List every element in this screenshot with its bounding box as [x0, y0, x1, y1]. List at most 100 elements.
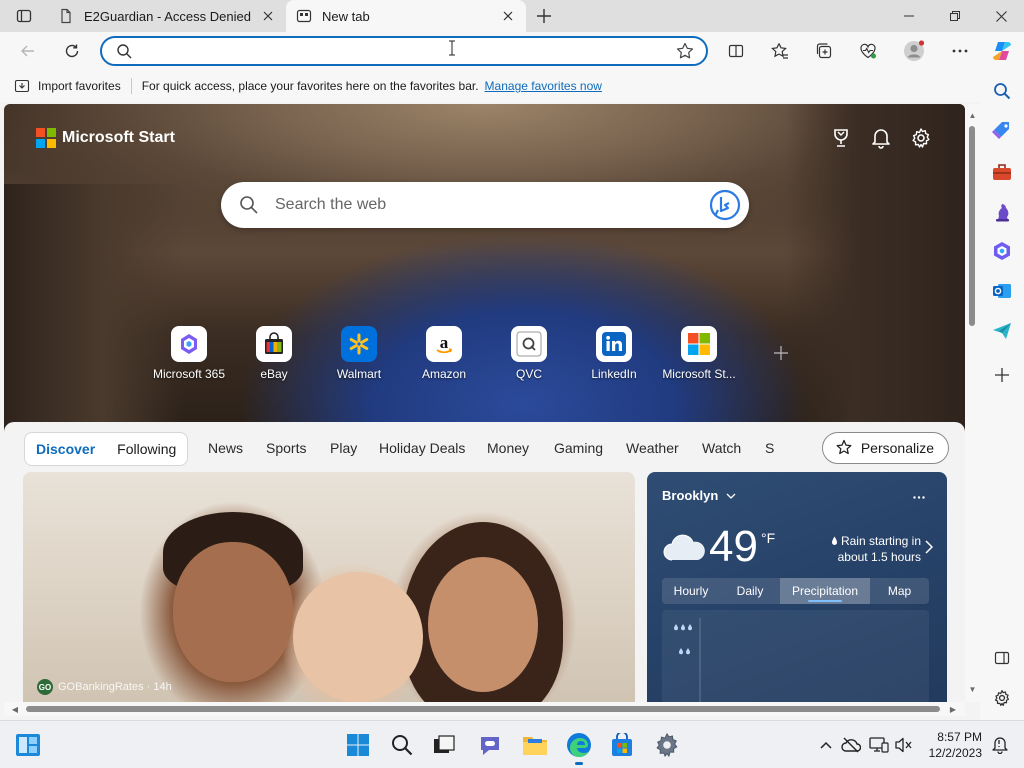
quicklink-qvc[interactable]: QVC [484, 326, 574, 381]
browser-essentials-button[interactable] [852, 35, 884, 67]
notification-center-button[interactable] [990, 735, 1010, 755]
page-settings-button[interactable] [907, 124, 935, 152]
weather-tab-daily[interactable]: Daily [720, 578, 780, 604]
tile [511, 326, 547, 362]
scrollbar-thumb[interactable] [969, 126, 975, 326]
category-sports[interactable]: Sports [266, 440, 306, 456]
article-photo-woman-face [428, 557, 538, 692]
address-bar[interactable] [100, 36, 708, 66]
segment-following[interactable]: Following [106, 433, 187, 465]
sidebar-search-button[interactable] [988, 77, 1016, 105]
task-view-icon [434, 735, 455, 753]
settings-and-more-button[interactable] [944, 35, 976, 67]
system-clock[interactable]: 8:57 PM 12/2/2023 [926, 729, 982, 761]
microsoft-store-taskbar-button[interactable] [606, 729, 638, 761]
favorites-button[interactable] [764, 35, 796, 67]
close-tab-button[interactable] [500, 8, 516, 24]
segment-discover[interactable]: Discover [25, 433, 106, 465]
widgets-button[interactable] [12, 729, 44, 761]
heart-pulse-icon [860, 43, 876, 59]
sidebar-games-button[interactable] [988, 198, 1016, 226]
personalize-button[interactable]: Personalize [821, 432, 949, 464]
network-status-button[interactable] [841, 735, 861, 755]
hide-sidebar-button[interactable] [988, 644, 1016, 672]
tab-e2guardian[interactable]: E2Guardian - Access Denied [48, 0, 286, 32]
import-favorites-button[interactable]: Import favorites [14, 78, 121, 94]
back-button[interactable] [12, 35, 44, 67]
split-screen-button[interactable] [720, 35, 752, 67]
category-holiday-deals[interactable]: Holiday Deals [379, 440, 465, 456]
sidebar-add-button[interactable] [988, 361, 1016, 389]
scroll-right-arrow-icon[interactable]: ▶ [948, 704, 958, 714]
quicklink-walmart[interactable]: Walmart [314, 326, 404, 381]
volume-button[interactable] [894, 735, 914, 755]
teams-chat-button[interactable] [474, 729, 506, 761]
task-view-button[interactable] [428, 729, 460, 761]
restore-button[interactable] [932, 0, 978, 32]
notifications-button[interactable] [867, 124, 895, 152]
minimize-button[interactable] [886, 0, 932, 32]
scroll-left-arrow-icon[interactable]: ◀ [10, 704, 20, 714]
featured-article-card[interactable]: GO GOBankingRates · 14h [23, 472, 635, 702]
address-input[interactable] [142, 42, 662, 60]
add-favorite-star-icon[interactable] [676, 42, 694, 60]
copilot-button[interactable] [986, 35, 1018, 67]
horizontal-scrollbar[interactable]: ◀ ▶ [4, 702, 965, 716]
sidebar-tools-button[interactable] [988, 158, 1016, 186]
close-tab-button[interactable] [260, 8, 276, 24]
weather-tab-map[interactable]: Map [870, 578, 929, 604]
category-truncated[interactable]: S [765, 440, 774, 456]
show-hidden-icons-button[interactable] [816, 735, 836, 755]
quicklink-linkedin[interactable]: LinkedIn [569, 326, 659, 381]
category-gaming[interactable]: Gaming [554, 440, 603, 456]
web-search-box[interactable] [221, 182, 749, 228]
sidebar-drop-button[interactable] [988, 317, 1016, 345]
rewards-button[interactable] [827, 124, 855, 152]
file-explorer-button[interactable] [519, 729, 551, 761]
quicklink-microsoft-store[interactable]: Microsoft St... [654, 326, 744, 381]
tab-title: New tab [322, 8, 370, 24]
category-money[interactable]: Money [487, 440, 529, 456]
scroll-down-arrow-icon[interactable]: ▼ [967, 684, 978, 694]
scrollbar-thumb[interactable] [26, 706, 940, 712]
sidebar-outlook-button[interactable] [988, 277, 1016, 305]
tab-actions-button[interactable] [8, 4, 40, 28]
microsoft-start-logo[interactable]: Microsoft Start [36, 128, 175, 148]
settings-taskbar-button[interactable] [651, 729, 683, 761]
weather-tab-precipitation[interactable]: Precipitation [780, 578, 870, 604]
svg-text:a: a [440, 333, 449, 352]
display-settings-button[interactable] [869, 735, 889, 755]
vertical-scrollbar[interactable]: ▲ ▼ [965, 104, 980, 702]
sidebar-shopping-button[interactable] [988, 117, 1016, 145]
windows-logo-icon [347, 734, 369, 756]
category-weather[interactable]: Weather [626, 440, 679, 456]
category-news[interactable]: News [208, 440, 243, 456]
chevron-right-icon[interactable] [925, 540, 933, 554]
add-quicklink-button[interactable] [774, 344, 788, 365]
quicklink-microsoft-365[interactable]: Microsoft 365 [144, 326, 234, 381]
weather-tab-hourly[interactable]: Hourly [662, 578, 720, 604]
weather-location-selector[interactable]: Brooklyn [662, 488, 736, 503]
manage-favorites-link[interactable]: Manage favorites now [485, 79, 602, 93]
close-window-button[interactable] [978, 0, 1024, 32]
sidebar-settings-button[interactable] [988, 684, 1016, 712]
new-tab-button[interactable] [532, 4, 556, 28]
web-search-input[interactable] [275, 194, 695, 216]
scroll-up-arrow-icon[interactable]: ▲ [967, 110, 978, 120]
quicklink-amazon[interactable]: a Amazon [399, 326, 489, 381]
edge-taskbar-button[interactable] [563, 729, 595, 765]
weather-more-button[interactable] [913, 486, 925, 502]
taskbar-search-button[interactable] [386, 729, 418, 761]
category-play[interactable]: Play [330, 440, 357, 456]
article-source: GO GOBankingRates · 14h [37, 679, 172, 695]
sidebar-microsoft-365-button[interactable] [988, 237, 1016, 265]
quicklink-ebay[interactable]: eBay [229, 326, 319, 381]
weather-card[interactable]: Brooklyn 49 °F Rain starting in about 1.… [647, 472, 947, 702]
bing-chat-icon[interactable] [709, 189, 741, 221]
tab-new-tab[interactable]: New tab [286, 0, 526, 32]
refresh-button[interactable] [56, 35, 88, 67]
category-watch[interactable]: Watch [702, 440, 741, 456]
profile-button[interactable] [898, 35, 930, 67]
collections-button[interactable] [808, 35, 840, 67]
start-button[interactable] [342, 729, 374, 761]
